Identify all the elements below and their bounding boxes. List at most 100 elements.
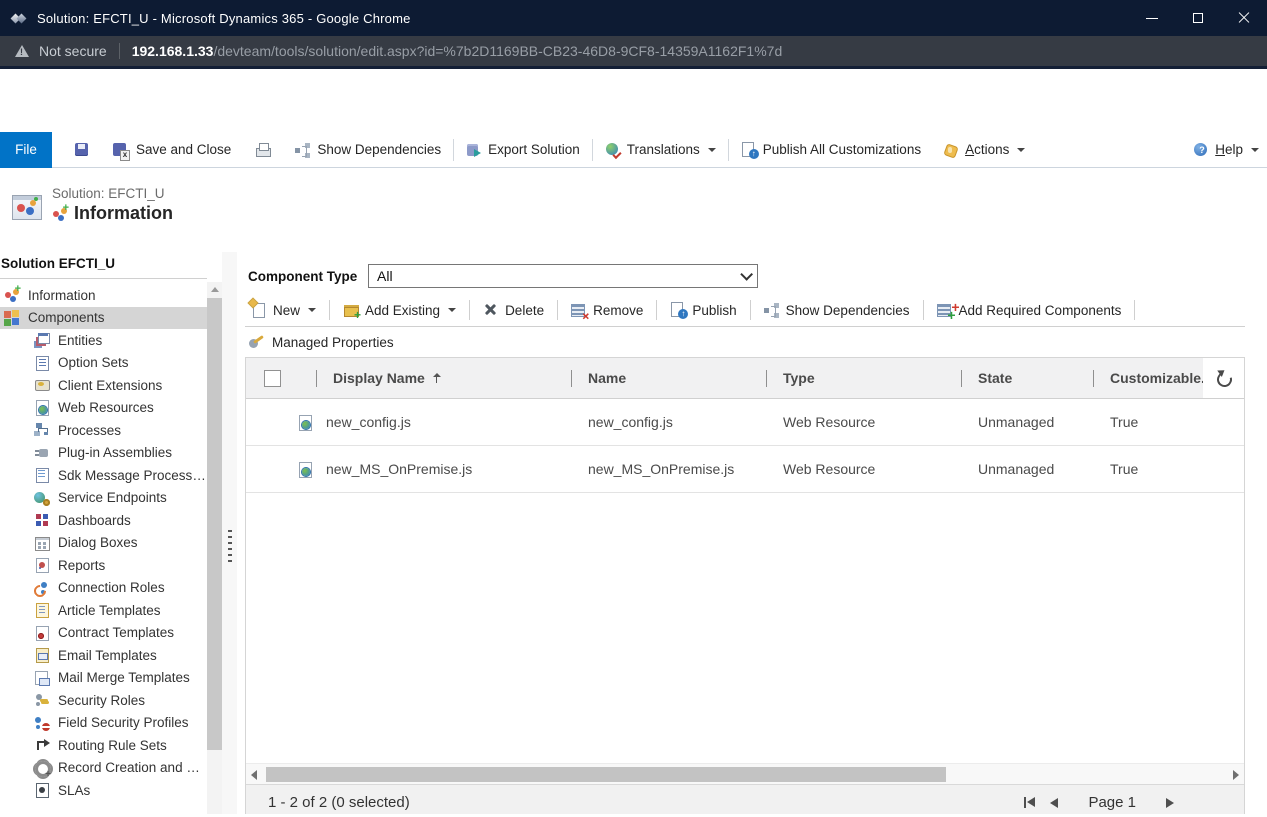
column-header-state[interactable]: State bbox=[961, 358, 1093, 398]
translations-button[interactable]: Translations bbox=[601, 142, 720, 158]
page-title: Information bbox=[74, 203, 173, 224]
sidebar-item-contract-templates[interactable]: Contract Templates bbox=[0, 622, 207, 645]
sidebar-item-security-roles[interactable]: Security Roles bbox=[0, 689, 207, 712]
previous-page-button[interactable] bbox=[1050, 798, 1058, 808]
component-type-select[interactable]: All bbox=[368, 264, 758, 288]
new-icon bbox=[251, 302, 267, 318]
first-page-button[interactable] bbox=[1024, 797, 1036, 808]
sidebar-item-entities[interactable]: Entities bbox=[0, 329, 207, 352]
remove-button[interactable]: Remove bbox=[568, 302, 646, 318]
sidebar-item-option-sets[interactable]: Option Sets bbox=[0, 352, 207, 375]
file-tab[interactable]: File bbox=[0, 132, 52, 168]
slas-icon bbox=[34, 782, 50, 798]
sidebar-item-routing-rule-sets[interactable]: Routing Rule Sets bbox=[0, 734, 207, 757]
close-button[interactable] bbox=[1221, 0, 1267, 36]
select-all-checkbox[interactable] bbox=[264, 370, 281, 387]
window-title: Solution: EFCTI_U - Microsoft Dynamics 3… bbox=[37, 11, 411, 26]
scroll-right-icon[interactable] bbox=[1233, 770, 1239, 780]
publish-button[interactable]: Publish bbox=[667, 302, 739, 318]
entities-icon bbox=[34, 332, 50, 348]
sidebar-item-service-endpoints[interactable]: Service Endpoints bbox=[0, 487, 207, 510]
actions-button[interactable]: Actions bbox=[939, 142, 1029, 158]
remove-icon bbox=[571, 302, 587, 318]
print-button[interactable] bbox=[251, 142, 275, 158]
table-row[interactable]: new_config.js new_config.js Web Resource… bbox=[246, 399, 1244, 446]
add-required-components-label: Add Required Components bbox=[959, 303, 1122, 318]
save-and-close-button[interactable]: Save and Close bbox=[108, 142, 235, 158]
show-dependencies-button[interactable]: Show Dependencies bbox=[291, 142, 445, 158]
refresh-button[interactable] bbox=[1203, 358, 1244, 398]
table-row[interactable]: new_MS_OnPremise.js new_MS_OnPremise.js … bbox=[246, 446, 1244, 493]
column-header-name[interactable]: Name bbox=[571, 358, 766, 398]
show-dependencies-grid-button[interactable]: Show Dependencies bbox=[761, 302, 913, 318]
record-creation-icon bbox=[34, 760, 50, 776]
sidebar-item-reports[interactable]: Reports bbox=[0, 554, 207, 577]
column-header-type[interactable]: Type bbox=[766, 358, 961, 398]
grid-empty-area bbox=[246, 493, 1244, 763]
new-label: New bbox=[273, 303, 300, 318]
add-existing-button[interactable]: Add Existing bbox=[340, 302, 459, 318]
sidebar-item-cut-item[interactable] bbox=[0, 802, 207, 815]
sidebar-item-client-extensions[interactable]: Client Extensions bbox=[0, 374, 207, 397]
sidebar-item-plug-in-assemblies[interactable]: Plug-in Assemblies bbox=[0, 442, 207, 465]
scrollbar-thumb[interactable] bbox=[207, 298, 222, 750]
scrollbar-thumb[interactable] bbox=[266, 767, 946, 782]
pane-splitter[interactable] bbox=[222, 252, 245, 814]
sidebar-item-field-security-profiles[interactable]: Field Security Profiles bbox=[0, 712, 207, 735]
url-host[interactable]: 192.168.1.33 bbox=[132, 43, 214, 59]
toolbar-separator bbox=[750, 300, 751, 320]
sidebar-item-dialog-boxes[interactable]: Dialog Boxes bbox=[0, 532, 207, 555]
sidebar-scrollbar[interactable] bbox=[207, 282, 222, 814]
next-page-button[interactable] bbox=[1166, 798, 1174, 808]
translations-icon bbox=[605, 142, 621, 158]
sidebar-item-email-templates[interactable]: Email Templates bbox=[0, 644, 207, 667]
cell-display-name[interactable]: new_config.js bbox=[316, 414, 571, 430]
scroll-up-button[interactable] bbox=[207, 282, 222, 297]
plugin-assemblies-icon bbox=[34, 445, 50, 461]
export-solution-button[interactable]: Export Solution bbox=[462, 142, 584, 158]
sidebar-item-article-templates[interactable]: Article Templates bbox=[0, 599, 207, 622]
translations-label: Translations bbox=[627, 142, 700, 157]
ribbon-separator bbox=[592, 139, 593, 161]
save-button[interactable] bbox=[70, 142, 94, 158]
show-dependencies-icon bbox=[295, 142, 311, 158]
toolbar-separator bbox=[1134, 300, 1135, 320]
save-icon bbox=[74, 142, 90, 158]
column-header-display-name[interactable]: Display Name bbox=[316, 358, 571, 398]
browser-url-bar[interactable]: Not secure 192.168.1.33/devteam/tools/so… bbox=[0, 36, 1267, 69]
print-icon bbox=[255, 142, 271, 158]
sidebar-item-record-creation-and-u[interactable]: Record Creation and U... bbox=[0, 757, 207, 780]
scroll-left-icon[interactable] bbox=[251, 770, 257, 780]
delete-button[interactable]: Delete bbox=[480, 302, 547, 318]
managed-properties-button[interactable]: Managed Properties bbox=[245, 327, 1245, 357]
horizontal-scrollbar[interactable] bbox=[246, 763, 1244, 784]
sidebar-item-mail-merge-templates[interactable]: Mail Merge Templates bbox=[0, 667, 207, 690]
publish-all-customizations-button[interactable]: Publish All Customizations bbox=[737, 142, 925, 158]
sidebar-item-information[interactable]: Information bbox=[0, 284, 207, 307]
sidebar-item-dashboards[interactable]: Dashboards bbox=[0, 509, 207, 532]
chevron-down-icon bbox=[308, 308, 316, 312]
sidebar-item-sdk-message-processin[interactable]: Sdk Message Processin... bbox=[0, 464, 207, 487]
splitter-grip-icon[interactable] bbox=[228, 530, 232, 564]
minimize-button[interactable] bbox=[1129, 0, 1175, 36]
add-existing-icon bbox=[343, 302, 359, 318]
column-header-customizable[interactable]: Customizable... bbox=[1093, 358, 1203, 398]
page-indicator: Page 1 bbox=[1088, 794, 1136, 811]
record-count: 1 - 2 of 2 (0 selected) bbox=[268, 794, 410, 811]
not-secure-label[interactable]: Not secure bbox=[39, 43, 107, 59]
sidebar-item-processes[interactable]: Processes bbox=[0, 419, 207, 442]
save-and-close-label: Save and Close bbox=[136, 142, 231, 157]
url-path[interactable]: /devteam/tools/solution/edit.aspx?id=%7b… bbox=[213, 43, 782, 59]
sidebar-item-web-resources[interactable]: Web Resources bbox=[0, 397, 207, 420]
help-button[interactable]: Help bbox=[1189, 142, 1263, 158]
add-required-components-button[interactable]: Add Required Components bbox=[934, 302, 1125, 318]
cell-display-name[interactable]: new_MS_OnPremise.js bbox=[316, 461, 571, 477]
sidebar-item-connection-roles[interactable]: Connection Roles bbox=[0, 577, 207, 600]
chevron-down-icon bbox=[1251, 148, 1259, 152]
help-icon bbox=[1193, 142, 1209, 158]
maximize-button[interactable] bbox=[1175, 0, 1221, 36]
add-existing-label: Add Existing bbox=[365, 303, 440, 318]
new-button[interactable]: New bbox=[248, 302, 319, 318]
sidebar-item-components[interactable]: Components bbox=[0, 307, 207, 330]
sidebar-item-slas[interactable]: SLAs bbox=[0, 779, 207, 802]
